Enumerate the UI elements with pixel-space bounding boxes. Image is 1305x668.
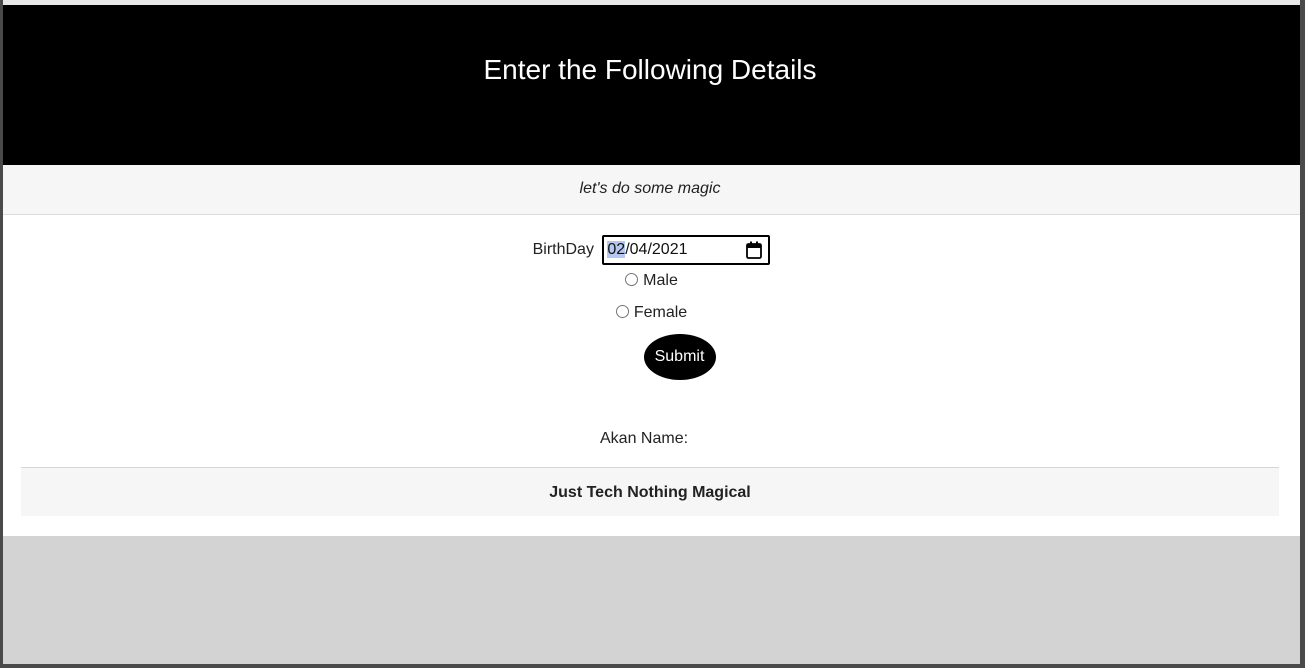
birthday-date-input[interactable]: 02/04/2021 — [602, 235, 771, 265]
viewport-bottom-edge — [0, 664, 1305, 668]
browser-viewport: Enter the Following Details let's do som… — [0, 0, 1305, 668]
date-month-segment[interactable]: 02 — [607, 241, 626, 258]
viewport-right-edge — [1300, 0, 1305, 668]
viewport-left-edge — [0, 0, 3, 668]
page-footer: Just Tech Nothing Magical — [21, 467, 1279, 516]
date-rest-segment[interactable]: /04/2021 — [625, 241, 687, 258]
birthday-label: BirthDay — [532, 241, 594, 258]
submit-button[interactable]: Submit — [643, 334, 716, 380]
tagline-text: let's do some magic — [579, 180, 721, 197]
footer-text: Just Tech Nothing Magical — [549, 484, 751, 501]
male-label[interactable]: Male — [643, 271, 678, 291]
calendar-icon[interactable] — [746, 241, 763, 259]
female-label[interactable]: Female — [634, 303, 687, 323]
page-container: Enter the Following Details let's do som… — [3, 5, 1300, 536]
page-header: Enter the Following Details — [3, 5, 1300, 165]
female-radio[interactable] — [615, 304, 629, 318]
akan-name-label: Akan Name: — [600, 430, 689, 447]
date-value: 02/04/2021 — [607, 240, 687, 260]
birthday-row: BirthDay 02/04/2021 — [3, 235, 1300, 265]
gender-option-female[interactable]: Female — [3, 303, 1300, 327]
gender-option-male[interactable]: Male — [3, 271, 1300, 295]
male-radio[interactable] — [625, 272, 639, 286]
submit-row: Submit — [3, 334, 1300, 380]
tagline-bar: let's do some magic — [3, 165, 1300, 215]
akan-name-result: Akan Name: — [600, 429, 688, 449]
page-title: Enter the Following Details — [483, 54, 817, 85]
